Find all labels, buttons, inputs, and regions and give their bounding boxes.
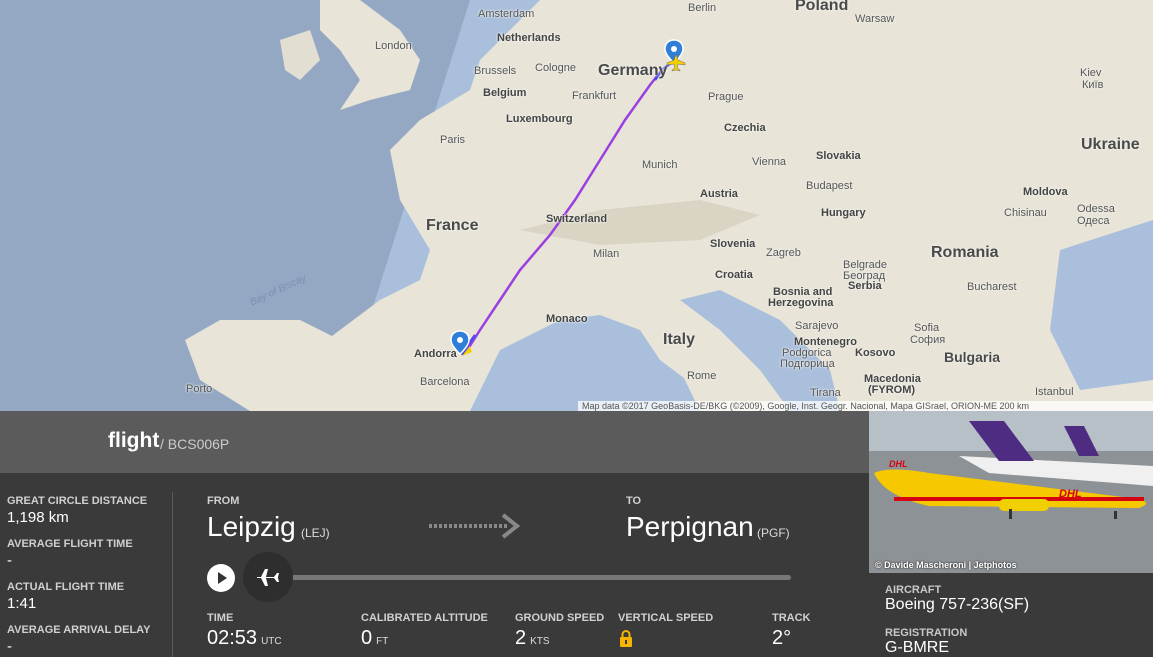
metric-label: CALIBRATED ALTITUDE (361, 612, 488, 624)
playback-handle[interactable] (243, 552, 293, 602)
aircraft-photo[interactable]: DHL DHL © Davide Mascheroni | Jetphotos (869, 411, 1153, 573)
map-label: Austria (700, 188, 738, 200)
map-label: Barcelona (420, 376, 470, 388)
stat-value: - (7, 638, 12, 655)
map-label: Italy (663, 331, 696, 348)
metric-track: 2° (772, 627, 792, 649)
map-label: Serbia (848, 280, 882, 292)
map-label: Chisinau (1004, 207, 1047, 219)
map-label: Zagreb (766, 247, 801, 259)
map-label: Bucharest (967, 281, 1017, 293)
map-label: Netherlands (497, 32, 561, 44)
lock-icon[interactable] (619, 630, 633, 647)
airplane-icon (257, 569, 279, 586)
map-label: Київ (1082, 79, 1104, 91)
metric-label: GROUND SPEED (515, 612, 605, 624)
map-label: Paris (440, 134, 466, 146)
map-label: (FYROM) (868, 384, 916, 396)
map-label: Brussels (474, 65, 517, 77)
stat-label: AVERAGE FLIGHT TIME (7, 538, 133, 550)
stat-value: 1,198 km (7, 509, 69, 526)
metric-label: TRACK (772, 612, 811, 624)
aircraft-type[interactable]: Boeing 757-236(SF) (885, 596, 1029, 614)
from-label: FROM (207, 495, 240, 507)
map-label: Sofia (914, 322, 940, 334)
map-label: Odessa (1077, 203, 1115, 215)
stat-label: ACTUAL FLIGHT TIME (7, 581, 125, 593)
map-label: Luxembourg (506, 113, 573, 125)
map-label: Tirana (810, 387, 841, 399)
map-label: Czechia (724, 122, 766, 134)
map-label: Одеса (1077, 215, 1110, 227)
aircraft-info-panel: AIRCRAFT Boeing 757-236(SF) REGISTRATION… (869, 573, 1153, 657)
map-label: London (375, 40, 412, 52)
map-label: Slovakia (816, 150, 861, 162)
flight-stats-panel: GREAT CIRCLE DISTANCE 1,198 km AVERAGE F… (0, 473, 172, 657)
map-label: Switzerland (546, 213, 608, 225)
map-label: Istanbul (1035, 386, 1074, 398)
map-label: Andorra (414, 348, 457, 360)
metric-time: 02:53 UTC (207, 627, 282, 649)
registration-value[interactable]: G-BMRE (885, 639, 949, 657)
map-label: Belgium (483, 87, 527, 99)
map-label: Vienna (752, 156, 787, 168)
map-label: Porto (186, 383, 213, 395)
photo-credit[interactable]: © Davide Mascheroni | Jetphotos (875, 560, 1017, 570)
map-label: Amsterdam (478, 8, 535, 20)
aircraft-label: AIRCRAFT (885, 584, 942, 596)
flight-callsign: / BCS006P (160, 436, 230, 452)
map-label: Ukraine (1081, 136, 1140, 153)
map-label: София (910, 334, 946, 346)
route-arrow-icon (429, 513, 521, 539)
map-label: Milan (593, 248, 620, 260)
aircraft-photo-image: DHL DHL (869, 411, 1153, 573)
stat-value: - (7, 552, 12, 569)
svg-text:DHL: DHL (1059, 488, 1082, 500)
map-attribution[interactable]: Map data ©2017 GeoBasis-DE/BKG (©2009), … (578, 401, 1153, 411)
to-label: TO (626, 495, 642, 507)
map-label: Germany (598, 62, 668, 79)
map-label: Croatia (715, 269, 753, 281)
map-label: Munich (642, 159, 678, 171)
metric-label: VERTICAL SPEED (618, 612, 714, 624)
map-label: Monaco (546, 313, 588, 325)
map-label: Sarajevo (795, 320, 839, 332)
flight-title: flight (108, 429, 160, 452)
map-label: Herzegovina (768, 297, 834, 309)
metric-label: TIME (207, 612, 234, 624)
origin-code[interactable]: (LEJ) (301, 526, 330, 540)
metric-ground-speed: 2 KTS (515, 627, 550, 649)
map-label: Poland (795, 0, 849, 14)
stat-value: 1:41 (7, 595, 37, 612)
map-label: Moldova (1023, 186, 1068, 198)
map-label: Hungary (821, 207, 866, 219)
map-label: Berlin (688, 2, 717, 14)
destination-code[interactable]: (PGF) (757, 526, 790, 540)
map-label: France (426, 217, 479, 234)
origin-city[interactable]: Leipzig (207, 511, 296, 543)
flight-map[interactable]: Amsterdam Berlin Poland Warsaw London Ne… (0, 0, 1153, 411)
play-button[interactable] (207, 564, 235, 592)
stat-label: AVERAGE ARRIVAL DELAY (7, 624, 151, 636)
route-panel: FROM Leipzig (LEJ) TO Perpignan (PGF) TI… (173, 473, 869, 657)
map-label: Cologne (535, 62, 576, 74)
svg-text:DHL: DHL (889, 459, 908, 469)
flight-header: flight / BCS006P (0, 411, 869, 473)
playback-timeline[interactable] (271, 575, 791, 580)
map-label: Kosovo (855, 347, 896, 359)
map-label: Romania (931, 244, 999, 261)
map-label: Frankfurt (572, 90, 617, 102)
stat-label: GREAT CIRCLE DISTANCE (7, 495, 148, 507)
map-label: Bulgaria (944, 349, 1001, 365)
map-label: Kiev (1080, 67, 1102, 79)
map-label: Warsaw (855, 13, 895, 25)
map-label: Rome (687, 370, 717, 382)
destination-city[interactable]: Perpignan (626, 511, 754, 543)
map-label: Prague (708, 91, 744, 103)
metric-altitude: 0 FT (361, 627, 389, 649)
map-label: Budapest (806, 180, 853, 192)
registration-label: REGISTRATION (885, 627, 968, 639)
map-label: Подгорица (780, 358, 835, 370)
map-label: Slovenia (710, 238, 756, 250)
